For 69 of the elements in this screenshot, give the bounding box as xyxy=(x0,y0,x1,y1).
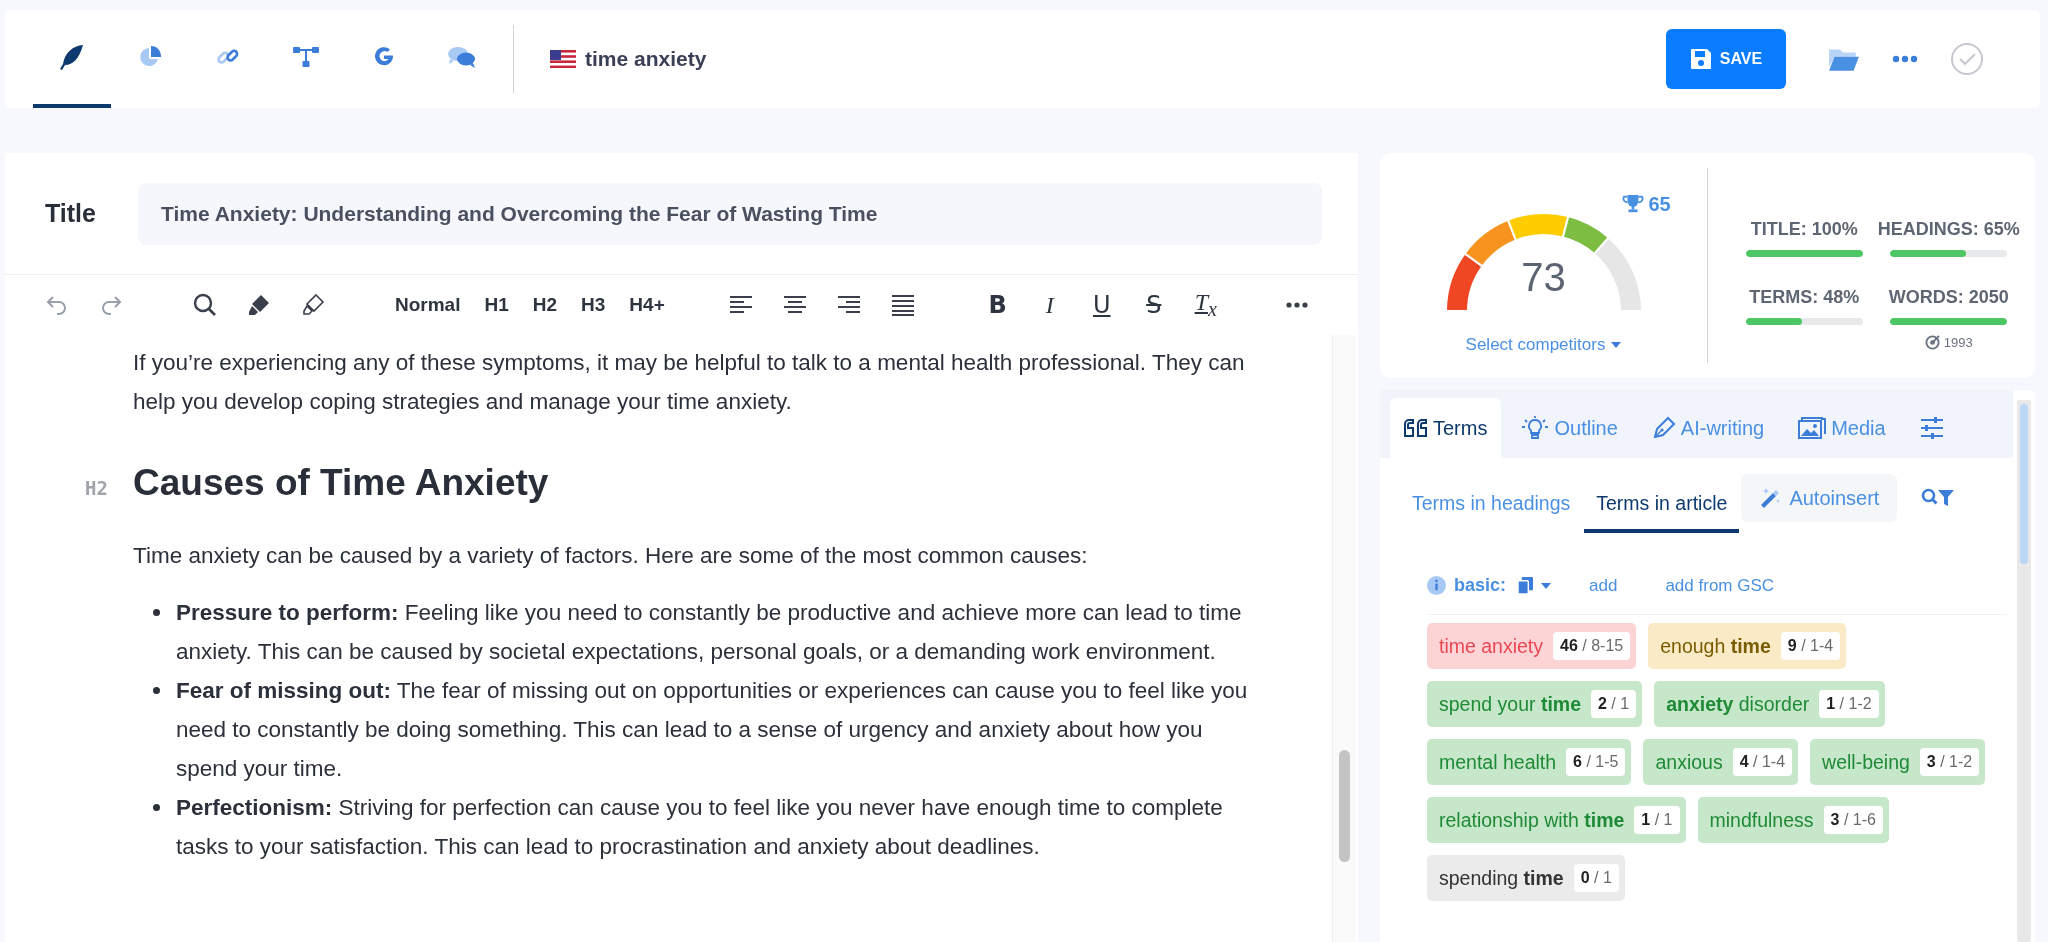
score-value: 73 xyxy=(1520,254,1567,300)
save-button[interactable]: SAVE xyxy=(1666,29,1786,89)
pen-icon xyxy=(1651,416,1676,440)
metric-label: TERMS: 48% xyxy=(1749,287,1860,308)
paragraph: Time anxiety can be caused by a variety of factors. Here are some of the most common causes: xyxy=(133,542,1089,570)
list-item: Fear of missing out: The fear of missing out on opportunities or experiences can cause you to feel like you need to constantly be doing something. This can lead to a sense of urgency and anxiety about how you spend your time. xyxy=(176,677,1249,783)
highlighter-icon[interactable] xyxy=(301,293,325,317)
info-icon[interactable] xyxy=(1427,576,1446,595)
scrollbar[interactable] xyxy=(1332,335,1356,942)
justify-icon[interactable] xyxy=(890,293,915,317)
bullet xyxy=(153,804,160,811)
magic-wand-icon xyxy=(1759,487,1782,509)
search-icon[interactable] xyxy=(193,293,217,317)
paragraph: If you’re experiencing any of these symptoms, it may be helpful to talk to a mental health professional. They can help you develop coping strategies and manage your time anxiety. xyxy=(133,349,1246,416)
term-chip[interactable]: mental health 6 / 1-5 xyxy=(1427,739,1632,785)
format-button[interactable]: S xyxy=(1140,291,1167,319)
list-item: Pressure to perform: Feeling like you need to constantly be productive and achieve more can lead to time anxiety. This can be caused by societal expectations, personal goals, or a demanding work environment. xyxy=(176,599,1243,666)
format-button[interactable]: I xyxy=(1036,291,1063,319)
term-chip[interactable]: anxious 4 / 1-4 xyxy=(1643,739,1799,785)
caret-icon xyxy=(1611,341,1622,348)
heading: Causes of Time Anxiety xyxy=(133,461,549,505)
search-filter-icon[interactable] xyxy=(1921,488,1956,508)
sliders-icon xyxy=(1919,417,1944,439)
heading-style-button[interactable]: Normal xyxy=(395,294,461,316)
heading-style-button[interactable]: H3 xyxy=(581,294,606,316)
term-chip[interactable]: relationship with time 1 / 1 xyxy=(1427,797,1686,843)
term-chip[interactable]: time anxiety 46 / 8-15 xyxy=(1427,623,1637,669)
heading-level-tag: H2 xyxy=(85,469,133,508)
marker-icon[interactable] xyxy=(247,293,271,317)
heading-style-button[interactable]: H1 xyxy=(484,294,509,316)
caret-icon[interactable] xyxy=(1541,582,1552,589)
term-chip[interactable]: spending time 0 / 1 xyxy=(1427,855,1625,901)
scrollbar[interactable] xyxy=(2017,400,2031,942)
quote-icon xyxy=(1404,418,1428,438)
format-button[interactable]: B xyxy=(984,291,1011,319)
heading-style-button[interactable]: H2 xyxy=(532,294,558,316)
pie-chart-icon[interactable] xyxy=(138,45,162,69)
target-icon xyxy=(1924,335,1940,350)
chat-icon[interactable] xyxy=(447,45,477,69)
term-chip[interactable]: anxiety disorder 1 / 1-2 xyxy=(1654,681,1885,727)
bullet xyxy=(153,609,160,616)
group-label: basic: xyxy=(1454,575,1507,596)
sitemap-icon[interactable] xyxy=(292,45,320,69)
heading-style-button[interactable]: H4+ xyxy=(629,294,665,316)
metric-label: TITLE: 100% xyxy=(1750,219,1858,240)
feather-icon[interactable] xyxy=(59,44,85,70)
list-item: Perfectionism: Striving for perfection can cause you to feel like you never have enough time to complete tasks to your satisfaction. This can lead to procrastination and anxiety about deadlines. xyxy=(176,794,1224,861)
keyword: time anxiety xyxy=(585,47,707,71)
target-word-count: 1993 xyxy=(1943,335,1973,350)
best-competitor-score: 65 xyxy=(1648,192,1671,216)
metric-label: HEADINGS: 65% xyxy=(1877,219,2020,240)
term-chip[interactable]: mindfulness 3 / 1-6 xyxy=(1697,797,1889,843)
trophy-icon xyxy=(1621,194,1644,214)
term-chip[interactable]: enough time 9 / 1-4 xyxy=(1648,623,1847,669)
bullet xyxy=(153,687,160,694)
metric-label: WORDS: 2050 xyxy=(1888,287,2009,308)
panel-tab[interactable]: Terms xyxy=(1390,398,1502,458)
us-flag-icon xyxy=(550,50,576,68)
title-field[interactable]: Time Anxiety: Understanding and Overcoming the Fear of Wasting Time xyxy=(138,182,1322,245)
term-chip[interactable]: spend your time 2 / 1 xyxy=(1427,681,1643,727)
format-button[interactable]: T$_{x}$ xyxy=(1192,289,1219,321)
copy-icon[interactable] xyxy=(1518,577,1534,594)
images-icon xyxy=(1798,416,1827,440)
lightbulb-icon xyxy=(1521,416,1550,440)
term-chip[interactable]: well-being 3 / 1-2 xyxy=(1810,739,1986,785)
title-label: Title xyxy=(45,199,97,228)
format-button[interactable]: U xyxy=(1088,291,1115,319)
folder-icon[interactable] xyxy=(1828,46,1860,72)
check-circle-icon[interactable] xyxy=(1950,42,1984,76)
